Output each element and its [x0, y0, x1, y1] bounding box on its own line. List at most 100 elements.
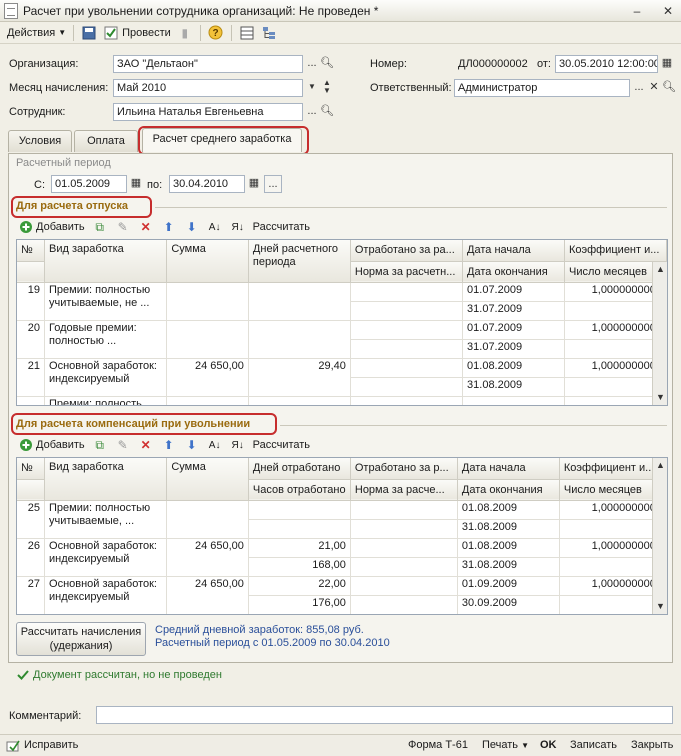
- col-header[interactable]: №: [17, 240, 46, 262]
- compensation-grid[interactable]: № Вид заработка Сумма Дней отработано От…: [16, 457, 668, 615]
- vacation-header-row: № Вид заработка Сумма Дней расчетного пе…: [17, 240, 667, 283]
- comment-field[interactable]: [96, 706, 673, 724]
- col-header[interactable]: Норма за расчетн...: [350, 261, 464, 283]
- sort-asc-icon[interactable]: A↓: [207, 437, 223, 453]
- col-header[interactable]: Дней расчетного периода: [248, 240, 351, 283]
- copy-icon[interactable]: ⧉: [92, 437, 108, 453]
- sort-desc-icon[interactable]: Я↓: [230, 437, 246, 453]
- scroll-down-icon[interactable]: ▼: [653, 390, 667, 405]
- vacation-add-button[interactable]: Добавить: [18, 219, 85, 235]
- col-header[interactable]: Коэффициент и...: [564, 240, 667, 262]
- close-button[interactable]: Закрыть: [631, 739, 673, 751]
- col-header[interactable]: Отработано за ра...: [350, 240, 464, 262]
- sort-desc-icon[interactable]: Я↓: [230, 219, 246, 235]
- dependencies-button[interactable]: [258, 23, 280, 43]
- period-from-field[interactable]: 01.05.2009: [51, 175, 127, 193]
- vacation-scrollbar[interactable]: ▲ ▼: [652, 262, 667, 405]
- search-icon[interactable]: 🔍︎: [319, 103, 335, 121]
- print-button[interactable]: Печать ▼: [482, 739, 529, 751]
- move-up-icon[interactable]: ⬆: [161, 219, 177, 235]
- table-row[interactable]: 19 Премии: полностью учитываемые, не ...…: [17, 282, 667, 321]
- save-button[interactable]: Записать: [570, 739, 617, 751]
- scroll-up-icon[interactable]: ▲: [653, 262, 667, 277]
- help-button[interactable]: ?: [205, 23, 227, 43]
- month-field[interactable]: Май 2010: [113, 79, 303, 97]
- responsible-field[interactable]: Администратор: [454, 79, 630, 97]
- calendar-icon[interactable]: ▦: [128, 175, 144, 193]
- delete-icon[interactable]: ✕: [138, 437, 154, 453]
- org-field[interactable]: ЗАО "Дельтаон": [113, 55, 303, 73]
- close-window-button[interactable]: ✕: [660, 3, 676, 19]
- table-row[interactable]: 21 Основной заработок: индексируемый 24 …: [17, 358, 667, 397]
- clear-button[interactable]: ▮: [174, 23, 196, 43]
- edit-icon[interactable]: ✎: [115, 437, 131, 453]
- col-header[interactable]: Сумма: [166, 240, 249, 283]
- post-button[interactable]: Провести: [100, 23, 174, 43]
- col-header[interactable]: Дней отработано: [248, 458, 351, 480]
- col-header[interactable]: Вид заработка: [44, 240, 168, 283]
- copy-icon[interactable]: ⧉: [92, 219, 108, 235]
- scroll-down-icon[interactable]: ▼: [653, 599, 667, 614]
- row-norm: [350, 339, 464, 359]
- structure-button[interactable]: [236, 23, 258, 43]
- row-coef: 1,0000000000: [559, 500, 667, 520]
- compensation-calc-button[interactable]: Рассчитать: [253, 439, 310, 451]
- col-header[interactable]: Норма за расче...: [350, 479, 458, 501]
- delete-icon[interactable]: ✕: [138, 219, 154, 235]
- date-field[interactable]: 30.05.2010 12:00:00: [555, 55, 658, 73]
- col-header[interactable]: Дата начала: [462, 240, 565, 262]
- employee-field[interactable]: Ильина Наталья Евгеньевна: [113, 103, 303, 121]
- table-row[interactable]: 25 Премии: полностью учитываемые, ... 01…: [17, 500, 667, 539]
- row-end: 31.07.2009: [462, 301, 565, 321]
- org-select-button[interactable]: ...: [304, 55, 320, 73]
- search-icon[interactable]: 🔍︎: [661, 79, 677, 97]
- col-header[interactable]: Сумма: [166, 458, 249, 501]
- form-t61-button[interactable]: Форма Т-61: [408, 739, 468, 751]
- compensation-add-button[interactable]: Добавить: [18, 437, 85, 453]
- tab-payment[interactable]: Оплата: [74, 130, 138, 152]
- fix-button[interactable]: Исправить: [24, 739, 78, 751]
- row-number: 25: [17, 500, 46, 539]
- col-header[interactable]: Вид заработка: [44, 458, 168, 501]
- sort-asc-icon[interactable]: A↓: [207, 219, 223, 235]
- vacation-grid[interactable]: № Вид заработка Сумма Дней расчетного пе…: [16, 239, 668, 406]
- col-header[interactable]: Дата окончания: [462, 261, 565, 283]
- calculate-accruals-button[interactable]: Рассчитать начисления (удержания): [16, 622, 146, 656]
- table-row-partial[interactable]: Премии: полность...: [17, 396, 667, 405]
- move-down-icon[interactable]: ⬇: [184, 219, 200, 235]
- tab-average-earnings[interactable]: Расчет среднего заработка: [142, 128, 302, 152]
- move-up-icon[interactable]: ⬆: [161, 437, 177, 453]
- period-to-field[interactable]: 30.04.2010: [169, 175, 245, 193]
- employee-select-button[interactable]: ...: [304, 103, 320, 121]
- col-header[interactable]: Дата начала: [457, 458, 560, 480]
- ok-button[interactable]: OK: [540, 739, 557, 751]
- col-header[interactable]: Отработано за р...: [350, 458, 458, 480]
- month-dropdown-icon[interactable]: ▼: [304, 79, 320, 97]
- tab-conditions[interactable]: Условия: [8, 130, 72, 152]
- scroll-up-icon[interactable]: ▲: [653, 458, 667, 473]
- col-header[interactable]: Дата окончания: [457, 479, 560, 501]
- row-hours: 176,00: [248, 595, 351, 614]
- responsible-select-button[interactable]: ...: [631, 79, 647, 97]
- col-header[interactable]: Часов отработано: [248, 479, 351, 501]
- table-row[interactable]: 27 Основной заработок: индексируемый 24 …: [17, 576, 667, 614]
- clear-icon[interactable]: ✕: [646, 79, 662, 97]
- calendar-icon[interactable]: ▦: [659, 55, 675, 73]
- move-down-icon[interactable]: ⬇: [184, 437, 200, 453]
- number-field[interactable]: ДЛ000000002: [454, 55, 532, 73]
- save-icon-button[interactable]: [78, 23, 100, 43]
- edit-icon[interactable]: ✎: [115, 219, 131, 235]
- col-header[interactable]: Коэффициент и...: [559, 458, 667, 480]
- month-spinner-icon[interactable]: ▲ ▼: [319, 79, 335, 97]
- table-row[interactable]: 26 Основной заработок: индексируемый 24 …: [17, 538, 667, 577]
- col-header[interactable]: Число месяцев: [559, 479, 667, 501]
- actions-menu[interactable]: Действия ▼: [4, 23, 69, 43]
- minimize-button[interactable]: –: [629, 3, 645, 19]
- compensation-scrollbar[interactable]: ▲ ▼: [652, 458, 667, 614]
- vacation-calc-button[interactable]: Рассчитать: [253, 221, 310, 233]
- period-select-button[interactable]: ...: [264, 175, 282, 193]
- calendar-icon[interactable]: ▦: [246, 175, 262, 193]
- search-icon[interactable]: 🔍︎: [319, 55, 335, 73]
- table-row[interactable]: 20 Годовые премии: полностью ... 01.07.2…: [17, 320, 667, 359]
- col-header[interactable]: №: [17, 458, 46, 480]
